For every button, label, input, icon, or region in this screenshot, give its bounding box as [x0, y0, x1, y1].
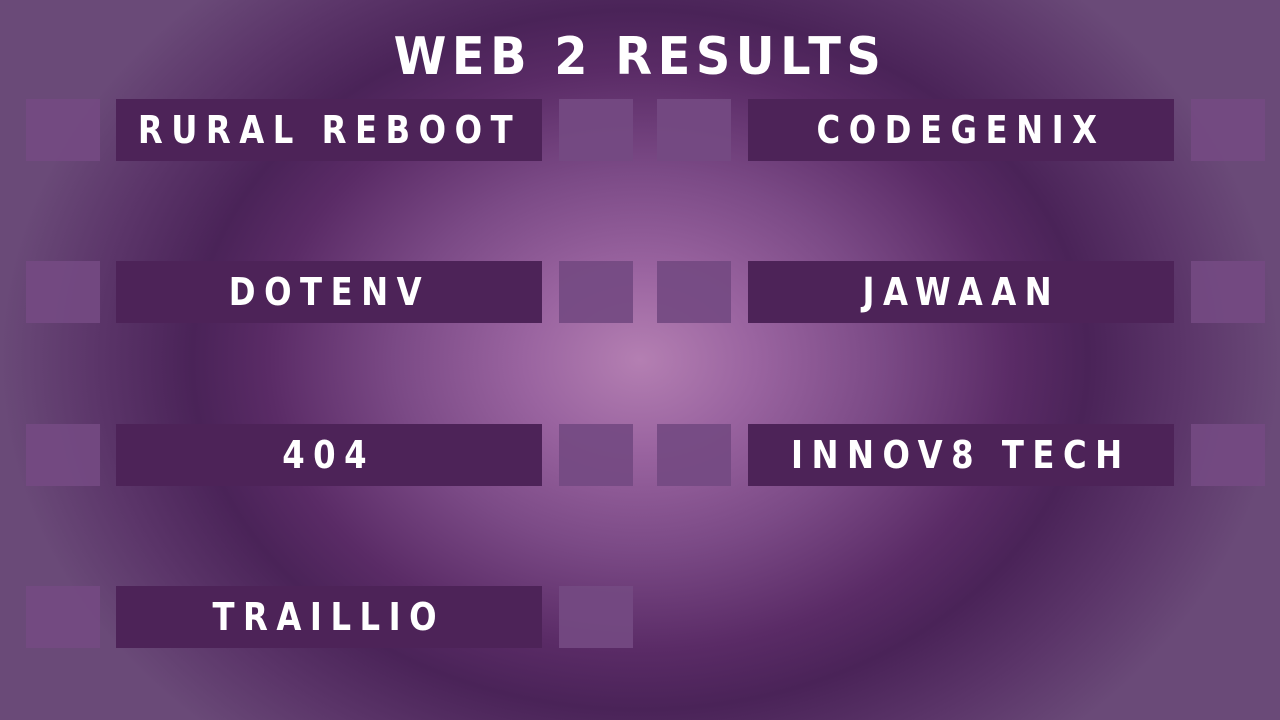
result-marker-inner-right-2 [657, 261, 731, 323]
result-marker-inner-left-2 [559, 261, 633, 323]
result-marker-inner-left-1 [559, 99, 633, 161]
result-marker-inner-left-3 [559, 424, 633, 486]
result-marker-right-2 [1191, 261, 1265, 323]
team-name: 404 [282, 433, 376, 477]
result-marker-inner-right-3 [657, 424, 731, 486]
result-bar-left-1: RURAL REBOOT [116, 99, 542, 161]
result-bar-left-2: DOTENV [116, 261, 542, 323]
team-name: RURAL REBOOT [137, 108, 521, 152]
result-bar-right-1: CODEGENIX [748, 99, 1174, 161]
result-bar-left-4: TRAILLIO [116, 586, 542, 648]
result-marker-left-3 [26, 424, 100, 486]
result-marker-left-4 [26, 586, 100, 648]
page-title: WEB 2 RESULTS [393, 27, 887, 87]
team-name: DOTENV [228, 270, 430, 314]
result-marker-right-1 [1191, 99, 1265, 161]
result-bar-right-3: INNOV8 TECH [748, 424, 1174, 486]
result-marker-left-2 [26, 261, 100, 323]
result-marker-left-1 [26, 99, 100, 161]
result-marker-right-3 [1191, 424, 1265, 486]
result-marker-inner-left-4 [559, 586, 633, 648]
team-name: CODEGENIX [816, 108, 1106, 152]
team-name: JAWAAN [862, 270, 1060, 314]
result-marker-inner-right-1 [657, 99, 731, 161]
team-name: TRAILLIO [212, 595, 446, 639]
result-bar-left-3: 404 [116, 424, 542, 486]
result-bar-right-2: JAWAAN [748, 261, 1174, 323]
team-name: INNOV8 TECH [791, 433, 1131, 477]
